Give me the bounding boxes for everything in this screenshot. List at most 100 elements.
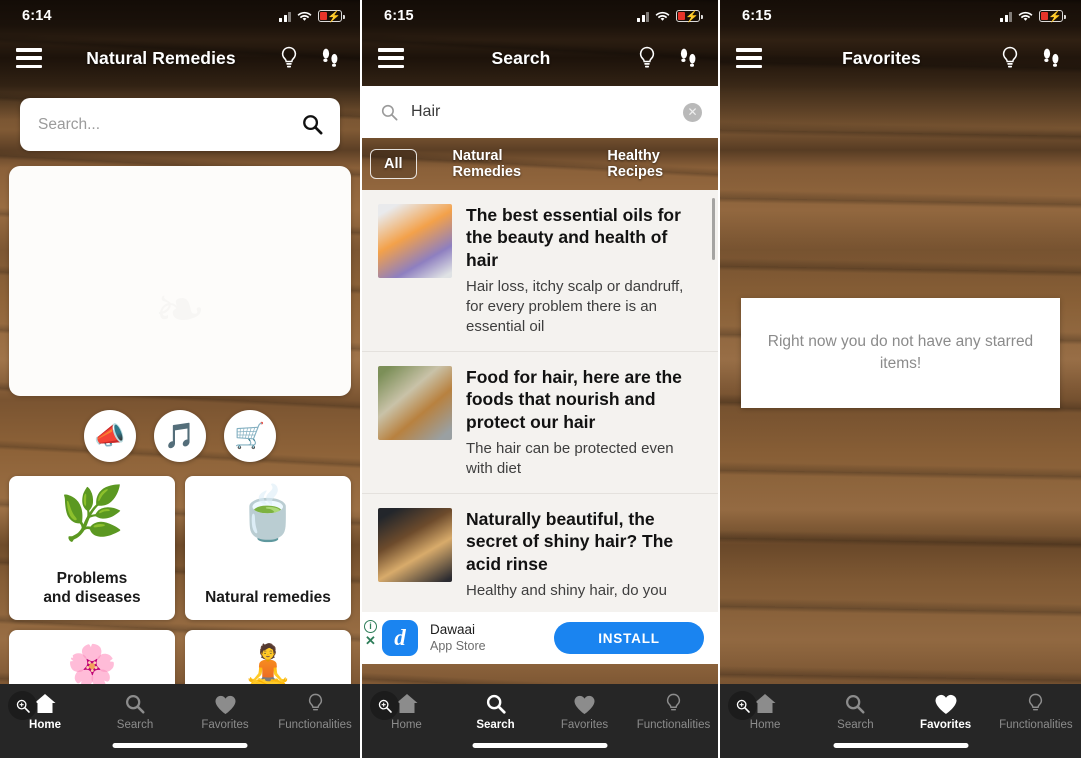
segment-natural-remedies[interactable]: Natural Remedies <box>439 141 564 187</box>
search-input[interactable]: Search... <box>20 98 340 151</box>
home-indicator <box>112 743 248 748</box>
segment-all[interactable]: All <box>370 149 417 179</box>
hamburger-menu-icon[interactable] <box>378 48 404 68</box>
list-item[interactable]: Naturally beautiful, the secret of shiny… <box>362 494 718 612</box>
megaphone-button[interactable]: 📣 <box>84 410 136 462</box>
heart-icon <box>935 694 957 714</box>
cart-button[interactable]: 🛒 <box>224 410 276 462</box>
ad-badges: i ✕ <box>364 620 377 647</box>
wifi-icon <box>1018 11 1033 21</box>
lightbulb-icon[interactable] <box>280 46 298 70</box>
bottom-tab-bar: Home Search Favorites Functionalities <box>720 684 1081 758</box>
ad-app-icon: d <box>382 620 418 656</box>
search-results-list[interactable]: The best essential oils for the beauty a… <box>362 190 718 612</box>
lightbulb-icon <box>308 693 322 711</box>
quick-action-row: 📣 🎵 🛒 <box>0 410 360 462</box>
status-bar: 6:14 ⚡ <box>0 0 360 30</box>
zoom-badge-icon[interactable] <box>728 691 757 720</box>
tab-label: Favorites <box>201 719 249 731</box>
heart-herb-icon: 🌿 <box>59 485 125 543</box>
tab-functionalities[interactable]: Functionalities <box>270 692 360 731</box>
tab-favorites[interactable]: Favorites <box>901 692 991 731</box>
tab-favorites[interactable]: Favorites <box>180 692 270 731</box>
lightbulb-icon[interactable] <box>1001 46 1019 70</box>
result-thumbnail <box>378 508 452 583</box>
ad-text: Dawaai App Store <box>430 622 486 655</box>
search-icon <box>381 104 398 120</box>
tab-label: Search <box>476 719 515 731</box>
search-icon <box>486 694 506 714</box>
app-header: Search <box>362 30 718 86</box>
battery-charging-icon: ⚡ <box>676 10 703 23</box>
result-title: Food for hair, here are the foods that n… <box>466 366 682 432</box>
status-clock: 6:15 <box>742 8 772 24</box>
header-actions <box>638 46 698 70</box>
result-title: The best essential oils for the beauty a… <box>466 205 681 270</box>
zoom-badge-icon[interactable] <box>370 691 399 720</box>
status-icons: ⚡ <box>1000 10 1066 23</box>
tab-label: Functionalities <box>278 719 352 731</box>
tab-label: Home <box>391 719 422 731</box>
install-button[interactable]: INSTALL <box>554 622 704 654</box>
footprints-icon[interactable] <box>320 46 340 70</box>
bottom-tab-bar: Home Search Favorites Functionalities <box>0 684 360 758</box>
tab-functionalities[interactable]: Functionalities <box>629 692 718 731</box>
result-subtitle: Hair loss, itchy scalp or dandruff, for … <box>466 278 684 336</box>
result-thumbnail <box>378 365 452 440</box>
music-button[interactable]: 🎵 <box>154 410 206 462</box>
tab-label: Functionalities <box>999 719 1073 731</box>
app-header: Natural Remedies <box>0 30 360 86</box>
three-screenshot-strip: 6:14 ⚡ Natural Remedies Search... ❧ <box>0 0 1081 758</box>
search-input[interactable]: Hair ✕ <box>362 86 718 138</box>
list-item[interactable]: The best essential oils for the beauty a… <box>362 190 718 352</box>
zoom-badge-icon[interactable] <box>8 691 37 720</box>
ad-info-icon[interactable]: i <box>364 620 377 633</box>
tile-natural-remedies[interactable]: 🍵 Natural remedies <box>185 476 351 620</box>
teacup-icon: 🍵 <box>235 485 301 543</box>
search-value: Hair <box>411 103 441 120</box>
lightbulb-icon <box>666 693 681 711</box>
search-icon <box>126 695 145 714</box>
result-subtitle: The hair can be protected even with diet <box>466 440 674 478</box>
home-indicator <box>472 743 608 748</box>
clear-search-icon[interactable]: ✕ <box>683 102 702 122</box>
vertical-scrollbar[interactable] <box>712 198 715 260</box>
tab-search[interactable]: Search <box>810 692 900 731</box>
ad-close-icon[interactable]: ✕ <box>364 634 377 647</box>
ad-banner[interactable]: i ✕ d Dawaai App Store INSTALL <box>362 612 718 664</box>
tab-label: Functionalities <box>636 719 711 731</box>
footprints-icon[interactable] <box>678 46 698 70</box>
bottom-tab-bar: Home Search Favorites Functionalities <box>362 684 718 758</box>
empty-favorites-card: Right now you do not have any starred it… <box>741 298 1060 408</box>
hamburger-menu-icon[interactable] <box>16 48 42 68</box>
ad-app-name: Dawaai <box>430 621 476 637</box>
status-icons: ⚡ <box>637 10 703 23</box>
footprints-icon[interactable] <box>1041 46 1061 70</box>
tile-partial-right[interactable]: 🧘 <box>185 630 351 690</box>
wifi-icon <box>655 11 670 21</box>
result-thumbnail <box>378 204 452 278</box>
header-actions <box>1001 46 1061 70</box>
heart-icon <box>214 695 236 714</box>
tab-favorites[interactable]: Favorites <box>540 692 629 731</box>
status-bar: 6:15 ⚡ <box>720 0 1081 30</box>
card-watermark: ❧ <box>154 272 206 345</box>
category-tile-row: 🌿 Problems and diseases 🍵 Natural remedi… <box>0 462 360 620</box>
category-tile-row-partial: 🌸 🧘 <box>0 620 360 690</box>
tab-functionalities[interactable]: Functionalities <box>991 692 1081 731</box>
tab-search[interactable]: Search <box>451 692 540 731</box>
result-subtitle: Healthy and shiny hair, do you <box>466 582 667 600</box>
segment-healthy-recipes[interactable]: Healthy Recipes <box>593 141 710 187</box>
lightbulb-icon[interactable] <box>638 46 656 70</box>
tab-search[interactable]: Search <box>90 692 180 731</box>
home-indicator <box>833 743 968 748</box>
music-icon: 🎵 <box>164 421 196 450</box>
list-item[interactable]: Food for hair, here are the foods that n… <box>362 352 718 495</box>
search-icon[interactable] <box>301 113 324 136</box>
panel-favorites: 6:15 ⚡ Favorites Right now you do not ha… <box>720 0 1081 758</box>
tab-label: Favorites <box>920 719 972 731</box>
tile-partial-left[interactable]: 🌸 <box>9 630 175 690</box>
hamburger-menu-icon[interactable] <box>736 48 762 68</box>
featured-content-card[interactable]: ❧ <box>9 166 351 396</box>
tile-problems-and-diseases[interactable]: 🌿 Problems and diseases <box>9 476 175 620</box>
